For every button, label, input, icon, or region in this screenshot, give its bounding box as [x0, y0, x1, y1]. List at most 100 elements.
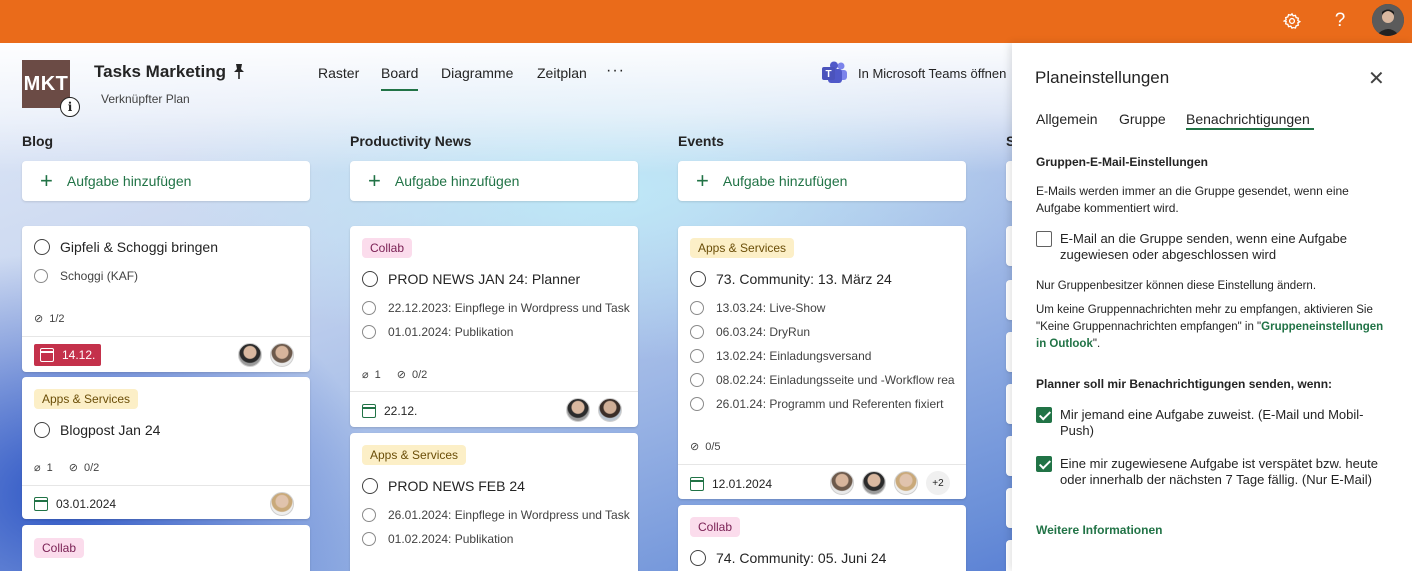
complete-checkbox[interactable]: [34, 422, 50, 438]
assignee-avatar[interactable]: [270, 492, 294, 516]
checklist-text: 0/2: [411, 368, 428, 381]
open-in-teams-button[interactable]: T In Microsoft Teams öffnen: [822, 61, 1006, 85]
nav-board[interactable]: Board: [381, 65, 418, 81]
subtask-checkbox[interactable]: [362, 532, 376, 546]
subtask-text: 22.12.2023: Einpflege in Wordpress und T…: [388, 301, 630, 315]
subtask-checkbox[interactable]: [690, 301, 704, 315]
subtask-checkbox[interactable]: [690, 349, 704, 363]
subtask-checkbox[interactable]: [362, 508, 376, 522]
task-card[interactable]: Apps & Services PROD NEWS FEB 24 26.01.2…: [350, 433, 638, 571]
column-title-blog[interactable]: Blog: [22, 133, 53, 149]
complete-checkbox[interactable]: [362, 478, 378, 494]
plus-icon: +: [40, 168, 53, 193]
assignee-avatar[interactable]: [566, 398, 590, 422]
complete-checkbox[interactable]: [362, 271, 378, 287]
more-options-button[interactable]: ···: [606, 62, 625, 80]
task-title[interactable]: 73. Community: 13. März 24: [690, 271, 892, 287]
task-card[interactable]: Collab 74. Community: 05. Juni 24: [678, 505, 966, 571]
add-task-button-productivity-news[interactable]: + Aufgabe hinzufügen: [350, 161, 638, 201]
due-date[interactable]: 12.01.2024: [690, 477, 772, 491]
task-card[interactable]: Apps & Services Blogpost Jan 24 ⌀ 1 ⊘ 0/2 …: [22, 377, 310, 519]
notify-assigned-checkbox[interactable]: [1036, 407, 1052, 423]
add-task-label: Aufgabe hinzufügen: [66, 173, 192, 189]
nav-zeitplan[interactable]: Zeitplan: [537, 65, 587, 81]
subtask-item[interactable]: Schoggi (KAF): [34, 269, 306, 283]
subtask-checkbox[interactable]: [690, 397, 704, 411]
info-icon[interactable]: i: [60, 97, 80, 117]
subtask-item[interactable]: 26.01.24: Programm und Referenten fixier…: [690, 397, 962, 411]
subtask-item[interactable]: 26.01.2024: Einpflege in Wordpress und T…: [362, 508, 634, 522]
panel-title: Planeinstellungen: [1035, 68, 1170, 87]
task-card[interactable]: Apps & Services 73. Community: 13. März …: [678, 226, 966, 499]
assignee-avatar[interactable]: [238, 343, 262, 367]
card-divider: [678, 464, 966, 465]
task-title-text: PROD NEWS JAN 24: Planner: [388, 271, 581, 287]
task-title[interactable]: 74. Community: 05. Juni 24: [690, 550, 886, 566]
task-title[interactable]: Gipfeli & Schoggi bringen: [34, 239, 218, 255]
subtask-item[interactable]: 01.01.2024: Publikation: [362, 325, 634, 339]
subtask-item[interactable]: 13.03.24: Live-Show: [690, 301, 962, 315]
due-date[interactable]: 22.12.: [362, 404, 417, 418]
due-date-overdue[interactable]: 14.12.: [34, 344, 102, 366]
subtask-checkbox[interactable]: [690, 373, 704, 387]
more-assignees-badge[interactable]: +2: [926, 471, 950, 495]
subtask-text: 26.01.24: Programm und Referenten fixier…: [716, 397, 944, 411]
notify-due-label: Eine mir zugewiesene Aufgabe ist verspät…: [1060, 456, 1378, 487]
add-task-label: Aufgabe hinzufügen: [722, 173, 848, 189]
complete-checkbox[interactable]: [34, 239, 50, 255]
assignee-avatar[interactable]: [830, 471, 854, 495]
task-title[interactable]: PROD NEWS FEB 24: [362, 478, 525, 494]
close-icon[interactable]: ✕: [1368, 69, 1385, 89]
subtask-checkbox[interactable]: [362, 325, 376, 339]
tab-gruppe[interactable]: Gruppe: [1119, 111, 1166, 127]
task-card[interactable]: Gipfeli & Schoggi bringen Schoggi (KAF) …: [22, 226, 310, 372]
column-title-productivity-news[interactable]: Productivity News: [350, 133, 471, 149]
tab-active-indicator: [1186, 128, 1314, 130]
add-task-button-events[interactable]: + Aufgabe hinzufügen: [678, 161, 966, 201]
user-avatar[interactable]: [1372, 4, 1404, 36]
subtask-item[interactable]: 13.02.24: Einladungsversand: [690, 349, 962, 363]
subtask-text: 26.01.2024: Einpflege in Wordpress und T…: [388, 508, 630, 522]
task-card[interactable]: Collab PROD NEWS JAN 24: Planner 22.12.2…: [350, 226, 638, 427]
subtask-item[interactable]: 22.12.2023: Einpflege in Wordpress und T…: [362, 301, 634, 315]
nav-raster[interactable]: Raster: [318, 65, 359, 81]
column-title-events[interactable]: Events: [678, 133, 724, 149]
complete-checkbox[interactable]: [690, 271, 706, 287]
more-info-link[interactable]: Weitere Informationen: [1036, 523, 1162, 537]
card-divider: [22, 336, 310, 337]
paperclip-icon: ⌀: [34, 462, 41, 474]
subtask-checkbox[interactable]: [362, 301, 376, 315]
task-title[interactable]: Blogpost Jan 24: [34, 422, 160, 438]
tab-allgemein[interactable]: Allgemein: [1036, 111, 1097, 127]
subtask-checkbox[interactable]: [690, 325, 704, 339]
subtask-text: 01.02.2024: Publikation: [388, 532, 514, 546]
subtask-item[interactable]: 01.02.2024: Publikation: [362, 532, 634, 546]
plus-icon: +: [368, 168, 381, 193]
subtask-checkbox[interactable]: [34, 269, 48, 283]
task-title[interactable]: PROD NEWS JAN 24: Planner: [362, 271, 580, 287]
notify-assigned-option[interactable]: Mir jemand eine Aufgabe zuweist. (E-Mail…: [1036, 407, 1386, 439]
tab-benachrichtigungen[interactable]: Benachrichtigungen: [1186, 111, 1310, 127]
gear-icon[interactable]: [1277, 6, 1307, 36]
assignee-avatar[interactable]: [894, 471, 918, 495]
task-card[interactable]: Collab: [22, 525, 310, 571]
notify-due-checkbox[interactable]: [1036, 456, 1052, 472]
add-task-button-blog[interactable]: + Aufgabe hinzufügen: [22, 161, 310, 201]
assignee-avatar[interactable]: [270, 343, 294, 367]
group-email-option[interactable]: E-Mail an die Gruppe senden, wenn eine A…: [1036, 231, 1386, 263]
nav-active-indicator: [381, 89, 418, 91]
nav-diagramme[interactable]: Diagramme: [441, 65, 513, 81]
assignee-avatar[interactable]: [598, 398, 622, 422]
planner-notify-heading: Planner soll mir Benachrichtigungen send…: [1036, 377, 1333, 391]
assignee-avatar[interactable]: [862, 471, 886, 495]
subtask-item[interactable]: 08.02.24: Einladungsseite und -Workflow …: [690, 373, 962, 387]
help-button[interactable]: ?: [1325, 6, 1355, 36]
svg-text:T: T: [825, 69, 831, 80]
subtask-item[interactable]: 06.03.24: DryRun: [690, 325, 962, 339]
complete-checkbox[interactable]: [690, 550, 706, 566]
task-meta: ⌀ 1 ⊘ 0/2: [362, 368, 428, 382]
group-email-checkbox[interactable]: [1036, 231, 1052, 247]
pin-icon[interactable]: [229, 62, 249, 82]
notify-due-option[interactable]: Eine mir zugewiesene Aufgabe ist verspät…: [1036, 456, 1386, 488]
due-date[interactable]: 03.01.2024: [34, 497, 116, 511]
